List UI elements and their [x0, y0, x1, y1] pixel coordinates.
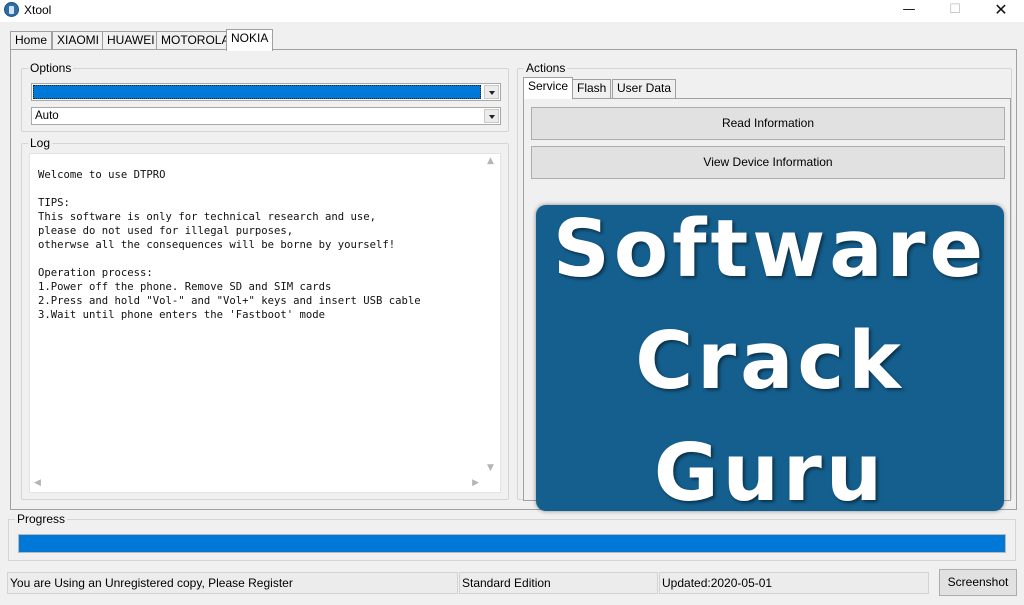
- status-updated: Updated:2020-05-01: [659, 572, 929, 594]
- status-edition: Standard Edition: [459, 572, 658, 594]
- tab-nokia[interactable]: NOKIA: [226, 29, 274, 51]
- watermark-line-2: Crack: [635, 315, 905, 407]
- service-tab-page: Read Information View Device Information…: [523, 98, 1011, 511]
- tab-flash[interactable]: Flash: [572, 79, 612, 98]
- log-textbox[interactable]: Welcome to use DTPRO TIPS: This software…: [29, 153, 501, 493]
- progress-legend: Progress: [15, 512, 68, 526]
- tab-motorola[interactable]: MOTOROLA: [156, 31, 235, 50]
- watermark-logo: Software Crack Guru: [536, 205, 1004, 511]
- read-information-button[interactable]: Read Information: [531, 107, 1005, 140]
- tab-page-nokia: Options Auto Log Welcome to use DTPRO TI…: [10, 49, 1017, 511]
- progress-bar: [18, 534, 1006, 553]
- progress-group: Progress: [8, 512, 1016, 561]
- options-group: Options Auto: [21, 61, 509, 132]
- scroll-left-arrow-icon[interactable]: ◀: [34, 478, 41, 488]
- scroll-down-arrow-icon[interactable]: ▼: [487, 463, 494, 473]
- log-text: Welcome to use DTPRO TIPS: This software…: [38, 169, 421, 321]
- watermark-line-3: Guru: [653, 427, 887, 512]
- log-group: Log Welcome to use DTPRO TIPS: This soft…: [21, 136, 509, 500]
- scroll-right-arrow-icon[interactable]: ▶: [472, 478, 479, 488]
- status-registration: You are Using an Unregistered copy, Plea…: [7, 572, 458, 594]
- log-legend: Log: [28, 136, 53, 150]
- scroll-up-arrow-icon[interactable]: ▲: [487, 156, 494, 166]
- maximize-button[interactable]: ☐: [932, 0, 978, 22]
- close-button[interactable]: ✕: [978, 0, 1024, 22]
- actions-legend: Actions: [524, 61, 568, 75]
- watermark-line-1: Software: [552, 205, 988, 295]
- tab-huawei[interactable]: HUAWEI: [102, 31, 160, 50]
- view-device-information-button[interactable]: View Device Information: [531, 146, 1005, 179]
- mode-select[interactable]: Auto: [31, 107, 501, 125]
- window-title: Xtool: [24, 3, 52, 17]
- chevron-down-icon[interactable]: [484, 109, 499, 123]
- screenshot-button[interactable]: Screenshot: [939, 569, 1017, 596]
- chevron-down-icon[interactable]: [484, 85, 499, 99]
- model-select[interactable]: [31, 83, 501, 101]
- log-vertical-scrollbar[interactable]: ▲ ▼: [483, 154, 500, 475]
- minimize-button[interactable]: —: [886, 0, 932, 22]
- mode-select-value: Auto: [35, 110, 59, 122]
- title-bar: Xtool — ☐ ✕: [0, 0, 1024, 22]
- tab-xiaomi[interactable]: XIAOMI: [52, 31, 105, 50]
- log-horizontal-scrollbar[interactable]: ◀ ▶: [30, 475, 483, 492]
- model-select-value: [33, 85, 481, 99]
- tab-service[interactable]: Service: [523, 77, 574, 99]
- tab-home[interactable]: Home: [10, 31, 53, 50]
- tab-user-data[interactable]: User Data: [612, 79, 677, 98]
- actions-group: Actions Service Flash User Data Read Inf…: [517, 61, 1012, 511]
- app-icon: [4, 2, 19, 17]
- options-legend: Options: [28, 61, 74, 75]
